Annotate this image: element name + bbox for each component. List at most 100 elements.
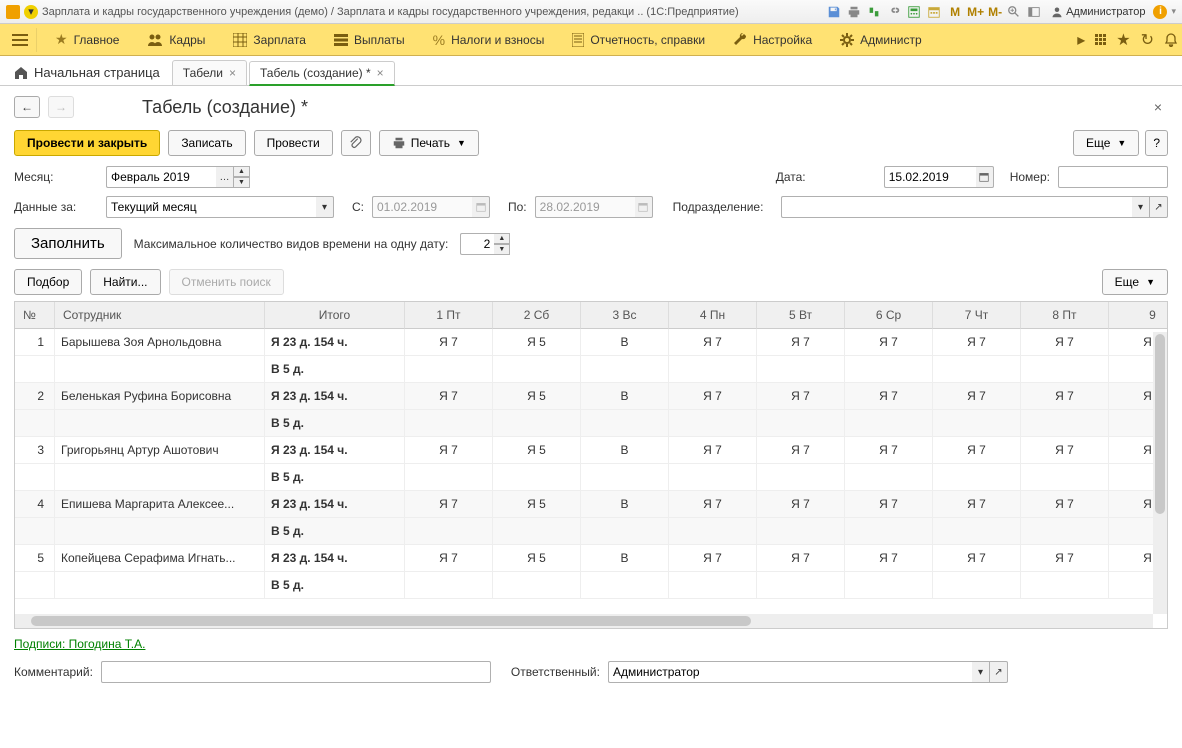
table-cell[interactable] bbox=[493, 464, 581, 491]
table-cell[interactable]: Я 23 д. 154 ч. bbox=[265, 329, 405, 356]
table-cell[interactable]: Григорьянц Артур Ашотович bbox=[55, 437, 265, 464]
print-icon[interactable] bbox=[847, 5, 863, 19]
info-icon[interactable]: i bbox=[1153, 5, 1167, 19]
table-cell[interactable]: В bbox=[581, 491, 669, 518]
menu-payments[interactable]: Выплаты bbox=[320, 27, 419, 53]
table-cell[interactable]: Я 7 bbox=[933, 437, 1021, 464]
save-icon[interactable] bbox=[827, 5, 843, 19]
max-up-button[interactable]: ▲ bbox=[494, 233, 510, 244]
table-cell[interactable] bbox=[493, 572, 581, 599]
table-cell[interactable]: В bbox=[581, 437, 669, 464]
attach-button[interactable] bbox=[341, 130, 371, 156]
table-cell[interactable]: Я 5 bbox=[493, 329, 581, 356]
table-cell[interactable] bbox=[933, 356, 1021, 383]
table-cell[interactable] bbox=[669, 572, 757, 599]
table-more-button[interactable]: Еще▼ bbox=[1102, 269, 1168, 295]
table-cell[interactable] bbox=[405, 518, 493, 545]
menu-hr[interactable]: Кадры bbox=[133, 27, 219, 53]
table-cell[interactable] bbox=[933, 572, 1021, 599]
col-day[interactable]: 4 Пн bbox=[669, 302, 757, 329]
table-cell[interactable] bbox=[669, 410, 757, 437]
table-cell[interactable] bbox=[845, 464, 933, 491]
menu-salary[interactable]: Зарплата bbox=[219, 27, 320, 53]
table-cell[interactable] bbox=[845, 356, 933, 383]
table-cell[interactable] bbox=[405, 410, 493, 437]
table-cell[interactable] bbox=[405, 356, 493, 383]
month-up-button[interactable]: ▲ bbox=[234, 166, 250, 177]
table-cell[interactable]: Епишева Маргарита Алексее... bbox=[55, 491, 265, 518]
table-cell[interactable]: В 5 д. bbox=[265, 572, 405, 599]
col-day[interactable]: 9 bbox=[1109, 302, 1168, 329]
table-cell[interactable]: Я 7 bbox=[933, 545, 1021, 572]
col-day[interactable]: 5 Вт bbox=[757, 302, 845, 329]
more-button[interactable]: Еще▼ bbox=[1073, 130, 1139, 156]
data-for-dropdown-button[interactable]: ▾ bbox=[316, 196, 334, 218]
panel-icon[interactable] bbox=[1027, 5, 1043, 19]
number-input[interactable] bbox=[1058, 166, 1168, 188]
table-cell[interactable] bbox=[757, 572, 845, 599]
table-cell[interactable]: Я 5 bbox=[493, 383, 581, 410]
table-cell[interactable]: В 5 д. bbox=[265, 464, 405, 491]
tab-tabeli[interactable]: Табели × bbox=[172, 60, 247, 85]
resp-field[interactable]: ▾ ↗ bbox=[608, 661, 1008, 683]
table-cell[interactable]: Я 7 bbox=[845, 437, 933, 464]
table-cell[interactable]: Я 7 bbox=[405, 383, 493, 410]
link-icon[interactable] bbox=[887, 5, 903, 19]
m-icon[interactable]: M bbox=[947, 5, 963, 19]
menu-reports[interactable]: Отчетность, справки bbox=[558, 27, 719, 53]
table-cell[interactable]: Я 7 bbox=[669, 545, 757, 572]
table-cell[interactable]: Я 7 bbox=[757, 545, 845, 572]
table-cell[interactable]: Я 23 д. 154 ч. bbox=[265, 491, 405, 518]
max-types-input[interactable] bbox=[460, 233, 494, 255]
table-cell[interactable]: 2 bbox=[15, 383, 55, 410]
table-cell[interactable] bbox=[493, 356, 581, 383]
table-cell[interactable] bbox=[757, 464, 845, 491]
table-cell[interactable]: Беленькая Руфина Борисовна bbox=[55, 383, 265, 410]
table-cell[interactable]: Я 7 bbox=[1021, 491, 1109, 518]
table-cell[interactable]: В 5 д. bbox=[265, 410, 405, 437]
table-cell[interactable]: Я 23 д. 154 ч. bbox=[265, 383, 405, 410]
table-cell[interactable] bbox=[1021, 464, 1109, 491]
table-cell[interactable]: Я 5 bbox=[493, 545, 581, 572]
nav-forward-button[interactable]: → bbox=[48, 96, 74, 118]
table-cell[interactable] bbox=[845, 518, 933, 545]
fill-button[interactable]: Заполнить bbox=[14, 228, 122, 259]
menu-taxes[interactable]: %Налоги и взносы bbox=[419, 26, 559, 54]
post-close-button[interactable]: Провести и закрыть bbox=[14, 130, 160, 156]
table-cell[interactable] bbox=[15, 356, 55, 383]
table-cell[interactable]: Я 23 д. 154 ч. bbox=[265, 545, 405, 572]
table-cell[interactable]: Я 7 bbox=[933, 329, 1021, 356]
col-total[interactable]: Итого bbox=[265, 302, 405, 329]
table-cell[interactable] bbox=[581, 464, 669, 491]
data-for-input[interactable] bbox=[106, 196, 316, 218]
date-calendar-button[interactable] bbox=[976, 166, 994, 188]
table-cell[interactable] bbox=[581, 572, 669, 599]
table-cell[interactable]: Я 7 bbox=[845, 491, 933, 518]
table-cell[interactable]: Я 7 bbox=[1021, 329, 1109, 356]
table-cell[interactable] bbox=[933, 464, 1021, 491]
table-cell[interactable] bbox=[845, 410, 933, 437]
table-cell[interactable] bbox=[757, 356, 845, 383]
table-cell[interactable] bbox=[405, 572, 493, 599]
user-menu[interactable]: Администратор bbox=[1047, 6, 1149, 18]
pick-button[interactable]: Подбор bbox=[14, 269, 82, 295]
table-cell[interactable] bbox=[757, 410, 845, 437]
table-cell[interactable]: Я 23 д. 154 ч. bbox=[265, 437, 405, 464]
table-cell[interactable]: Я 7 bbox=[845, 329, 933, 356]
table-cell[interactable] bbox=[55, 572, 265, 599]
table-cell[interactable] bbox=[15, 572, 55, 599]
table-cell[interactable]: Копейцева Серафима Игнать... bbox=[55, 545, 265, 572]
table-cell[interactable]: 3 bbox=[15, 437, 55, 464]
col-day[interactable]: 6 Ср bbox=[845, 302, 933, 329]
info-dropdown[interactable]: ▾ bbox=[1171, 6, 1176, 17]
burger-icon[interactable] bbox=[4, 28, 37, 52]
table-cell[interactable] bbox=[669, 464, 757, 491]
m-plus-icon[interactable]: M+ bbox=[967, 5, 983, 19]
dept-field[interactable]: ▾ ↗ bbox=[781, 196, 1168, 218]
table-cell[interactable] bbox=[933, 518, 1021, 545]
m-minus-icon[interactable]: M- bbox=[987, 5, 1003, 19]
table-cell[interactable]: Я 7 bbox=[405, 329, 493, 356]
table-cell[interactable] bbox=[669, 356, 757, 383]
table-cell[interactable]: 5 bbox=[15, 545, 55, 572]
tab-home[interactable]: Начальная страница bbox=[4, 60, 170, 85]
